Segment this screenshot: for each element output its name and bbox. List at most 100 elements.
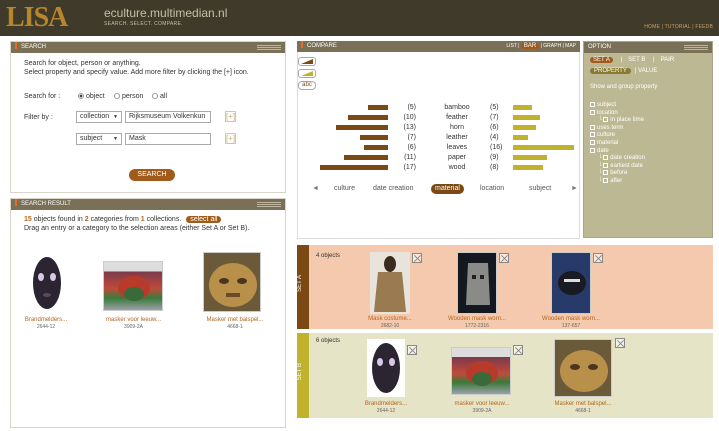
set-a-caption-3[interactable]: Wooden mask worn... 137-657 xyxy=(531,316,611,330)
set-a-thumb-3[interactable] xyxy=(551,252,591,314)
remove-icon[interactable] xyxy=(412,253,422,263)
checkbox-icon[interactable] xyxy=(590,140,595,145)
select-all-button[interactable]: select all xyxy=(186,216,222,223)
tree-item[interactable]: location xyxy=(590,109,618,117)
bar-set-a[interactable] xyxy=(336,125,388,130)
result-thumb-1[interactable] xyxy=(28,253,66,313)
bar-row-leaves[interactable]: (6) leaves (16) xyxy=(318,143,578,152)
set-b-thumb-2[interactable] xyxy=(451,347,511,395)
tree-item[interactable]: culture xyxy=(590,132,615,139)
tree-item[interactable]: └ date creation xyxy=(598,155,645,162)
checkbox-icon[interactable] xyxy=(590,124,595,130)
subtab-value[interactable]: VALUE xyxy=(638,68,657,74)
checkbox-icon[interactable] xyxy=(603,170,609,176)
drag-grip-icon[interactable] xyxy=(257,45,281,50)
set-b-thumb-1[interactable] xyxy=(367,339,405,397)
radio-object[interactable]: object xyxy=(78,92,105,101)
view-list[interactable]: LIST xyxy=(506,43,516,49)
property-subject[interactable]: subject xyxy=(529,184,551,194)
remove-icon[interactable] xyxy=(499,253,509,263)
property-material[interactable]: material xyxy=(431,184,464,194)
bar-set-b[interactable] xyxy=(513,135,529,140)
sort-alpha-button[interactable]: abc xyxy=(298,81,316,90)
set-b-caption-2[interactable]: masker voor leeuw... 3909-2A xyxy=(442,401,522,415)
result-thumb-3[interactable] xyxy=(203,252,261,312)
bar-set-b[interactable] xyxy=(513,105,532,110)
tree-item[interactable]: date xyxy=(590,147,609,155)
remove-icon[interactable] xyxy=(407,345,417,355)
bar-set-a[interactable] xyxy=(348,115,388,120)
bar-set-a[interactable] xyxy=(364,145,388,150)
result-caption-3[interactable]: Masker met balspel... 4668-1 xyxy=(195,317,275,331)
bar-row-wood[interactable]: (17) wood (8) xyxy=(318,163,578,172)
drag-grip-icon[interactable] xyxy=(684,45,708,50)
top-nav[interactable]: HOME | TUTORIAL | FEEDB xyxy=(644,24,713,30)
set-b-caption-3[interactable]: Masker met balspel... 4668-1 xyxy=(543,401,623,415)
bar-set-b[interactable] xyxy=(513,125,536,130)
property-date-creation[interactable]: date creation xyxy=(373,184,413,194)
bar-set-b[interactable] xyxy=(513,115,540,120)
remove-icon[interactable] xyxy=(593,253,603,263)
tree-item[interactable]: uses term xyxy=(590,124,623,132)
result-caption-2[interactable]: masker voor leeuw... 3909-2A xyxy=(96,317,171,331)
tree-item[interactable]: subject xyxy=(590,102,616,109)
view-map[interactable]: MAP xyxy=(565,43,576,49)
bar-row-leather[interactable]: (7) leather (4) xyxy=(318,133,578,142)
prev-property-arrow[interactable]: ◄ xyxy=(312,184,319,194)
remove-icon[interactable] xyxy=(615,338,625,348)
filter2-value-input[interactable]: Mask xyxy=(125,133,211,145)
bar-set-a[interactable] xyxy=(360,135,388,140)
add-filter-button[interactable]: [+] xyxy=(225,133,236,144)
bar-set-b[interactable] xyxy=(513,145,574,150)
set-a-caption-2[interactable]: Wooden mask worn... 1772-2316 xyxy=(437,316,517,330)
checkbox-icon[interactable] xyxy=(590,102,595,107)
tree-item[interactable]: └ in place time xyxy=(598,117,644,124)
add-filter-button[interactable]: [+] xyxy=(225,111,236,122)
checkbox-icon[interactable] xyxy=(590,147,595,153)
sort-desc-icon[interactable] xyxy=(298,57,316,66)
option-tab-pair[interactable]: PAIR xyxy=(661,57,675,63)
set-a-caption-1[interactable]: Mask costume... 2682-10 xyxy=(353,316,427,330)
search-button[interactable]: SEARCH xyxy=(129,169,175,181)
lisa-logo[interactable]: LISA xyxy=(6,3,68,33)
option-tab-set-b[interactable]: SET B xyxy=(628,57,645,63)
bar-set-a[interactable] xyxy=(368,105,388,110)
bar-row-bamboo[interactable]: (5) bamboo (5) xyxy=(318,103,578,112)
radio-person[interactable]: person xyxy=(114,92,143,101)
tree-item[interactable]: └ after xyxy=(598,178,622,185)
radio-all[interactable]: all xyxy=(152,92,167,101)
tree-item[interactable]: └ earliest date xyxy=(598,162,643,170)
sort-asc-icon[interactable] xyxy=(298,69,316,78)
set-b-area[interactable]: SET B 6 objects Brandmelders... 2644-12 m… xyxy=(297,333,713,418)
checkbox-icon[interactable] xyxy=(590,109,595,115)
remove-icon[interactable] xyxy=(513,345,523,355)
bar-set-b[interactable] xyxy=(513,165,544,170)
checkbox-icon[interactable] xyxy=(603,117,609,123)
filter1-property-select[interactable]: collection ▼ xyxy=(76,111,122,123)
subtab-property[interactable]: PROPERTY xyxy=(590,68,631,74)
checkbox-icon[interactable] xyxy=(603,162,609,168)
drag-grip-icon[interactable] xyxy=(257,202,281,207)
tree-item[interactable]: material xyxy=(590,140,618,147)
view-bar[interactable]: BAR xyxy=(520,43,540,49)
bar-set-a[interactable] xyxy=(344,155,388,160)
set-b-thumb-3[interactable] xyxy=(554,339,612,397)
set-a-thumb-1[interactable] xyxy=(370,252,410,314)
set-a-area[interactable]: SET A 4 objects Mask costume... 2682-10 W… xyxy=(297,245,713,329)
bar-set-b[interactable] xyxy=(513,155,548,160)
bar-row-paper[interactable]: (11) paper (9) xyxy=(318,153,578,162)
bar-row-feather[interactable]: (10) feather (7) xyxy=(318,113,578,122)
filter2-property-select[interactable]: subject ▼ xyxy=(76,133,122,145)
filter1-value-input[interactable]: Rijksmuseum Volkenkun xyxy=(125,111,211,123)
view-graph[interactable]: GRAPH xyxy=(543,43,561,49)
property-location[interactable]: location xyxy=(480,184,504,194)
tree-item[interactable]: └ before xyxy=(598,170,627,177)
result-thumb-2[interactable] xyxy=(103,261,163,311)
set-b-caption-1[interactable]: Brandmelders... 2644-12 xyxy=(349,401,423,415)
result-caption-1[interactable]: Brandmelders... 2644-12 xyxy=(11,317,81,331)
option-tab-set-a[interactable]: SET A xyxy=(590,57,613,63)
checkbox-icon[interactable] xyxy=(590,132,595,138)
set-a-thumb-2[interactable] xyxy=(457,252,497,314)
checkbox-icon[interactable] xyxy=(603,155,609,161)
property-culture[interactable]: culture xyxy=(334,184,355,194)
